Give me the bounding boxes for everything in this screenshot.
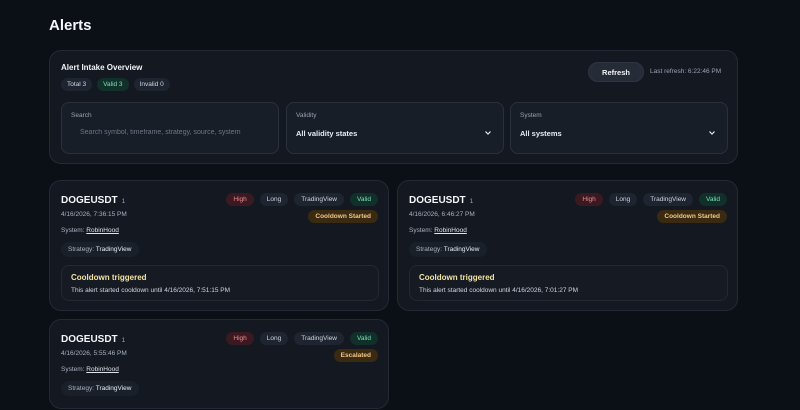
system-select[interactable]: System All systems — [510, 102, 728, 154]
alert-time: 4/16/2026, 7:36:15 PM — [61, 211, 127, 218]
validity-select[interactable]: Validity All validity states — [286, 102, 504, 154]
priority-badge: High — [226, 193, 254, 206]
validity-badge: Valid — [350, 332, 378, 345]
system-value: All systems — [520, 129, 562, 138]
event-title: Cooldown triggered — [419, 273, 495, 282]
alert-system: System: RobinHood — [409, 227, 467, 234]
overview-counts: Total 3 Valid 3 Invalid 0 — [61, 78, 170, 91]
search-label: Search — [71, 112, 92, 119]
alert-badges: High Long TradingView Valid — [575, 193, 727, 206]
event-description: This alert started cooldown until 4/16/2… — [419, 287, 578, 294]
page-title: Alerts — [49, 17, 92, 34]
alert-card[interactable]: DOGEUSDT 1 4/16/2026, 5:55:46 PM System: … — [49, 319, 389, 409]
system-link[interactable]: RobinHood — [86, 227, 119, 234]
last-refresh-time: Last refresh: 6:22:46 PM — [650, 68, 722, 75]
invalid-count-pill: Invalid 0 — [133, 78, 170, 91]
validity-label: Validity — [296, 112, 317, 119]
alert-card[interactable]: DOGEUSDT 1 4/16/2026, 6:46:27 PM System: … — [397, 180, 738, 311]
validity-badge: Valid — [699, 193, 727, 206]
alert-time: 4/16/2026, 5:55:46 PM — [61, 350, 127, 357]
strategy-pill: Strategy: TradingView — [409, 242, 487, 257]
alert-badges: High Long TradingView Valid — [226, 332, 378, 345]
alert-card[interactable]: DOGEUSDT 1 4/16/2026, 7:36:15 PM System: … — [49, 180, 389, 311]
valid-count-pill: Valid 3 — [97, 78, 129, 91]
status-badge: Escalated — [333, 349, 378, 362]
total-count-pill: Total 3 — [61, 78, 93, 91]
event-box: Cooldown triggered This alert started co… — [61, 265, 379, 301]
search-input[interactable]: Search symbol, timeframe, strategy, sour… — [80, 129, 270, 136]
source-badge: TradingView — [643, 193, 694, 206]
system-link[interactable]: RobinHood — [434, 227, 467, 234]
alert-count: 1 — [469, 198, 474, 205]
alert-symbol: DOGEUSDT 1 — [61, 195, 126, 206]
strategy-pill: Strategy: TradingView — [61, 242, 139, 257]
alert-count: 1 — [121, 337, 126, 344]
refresh-button[interactable]: Refresh — [588, 62, 644, 82]
system-label: System — [520, 112, 542, 119]
source-badge: TradingView — [294, 332, 345, 345]
event-title: Cooldown triggered — [71, 273, 147, 282]
event-description: This alert started cooldown until 4/16/2… — [71, 287, 230, 294]
priority-badge: High — [226, 332, 254, 345]
side-badge: Long — [259, 193, 289, 206]
priority-badge: High — [575, 193, 603, 206]
validity-value: All validity states — [296, 129, 358, 138]
overview-title: Alert Intake Overview — [61, 63, 143, 72]
chevron-down-icon — [485, 131, 491, 135]
side-badge: Long — [608, 193, 638, 206]
status-badge: Cooldown Started — [308, 210, 378, 223]
source-badge: TradingView — [294, 193, 345, 206]
alert-symbol: DOGEUSDT 1 — [61, 334, 126, 345]
alert-system: System: RobinHood — [61, 366, 119, 373]
alert-system: System: RobinHood — [61, 227, 119, 234]
search-field[interactable]: Search Search symbol, timeframe, strateg… — [61, 102, 279, 154]
alert-count: 1 — [121, 198, 126, 205]
system-link[interactable]: RobinHood — [86, 366, 119, 373]
status-badge: Cooldown Started — [657, 210, 727, 223]
alert-intake-overview: Alert Intake Overview Total 3 Valid 3 In… — [49, 50, 738, 164]
alert-time: 4/16/2026, 6:46:27 PM — [409, 211, 475, 218]
event-box: Cooldown triggered This alert started co… — [409, 265, 728, 301]
alert-symbol: DOGEUSDT 1 — [409, 195, 474, 206]
chevron-down-icon — [709, 131, 715, 135]
validity-badge: Valid — [350, 193, 378, 206]
alert-badges: High Long TradingView Valid — [226, 193, 378, 206]
strategy-pill: Strategy: TradingView — [61, 381, 139, 396]
side-badge: Long — [259, 332, 289, 345]
